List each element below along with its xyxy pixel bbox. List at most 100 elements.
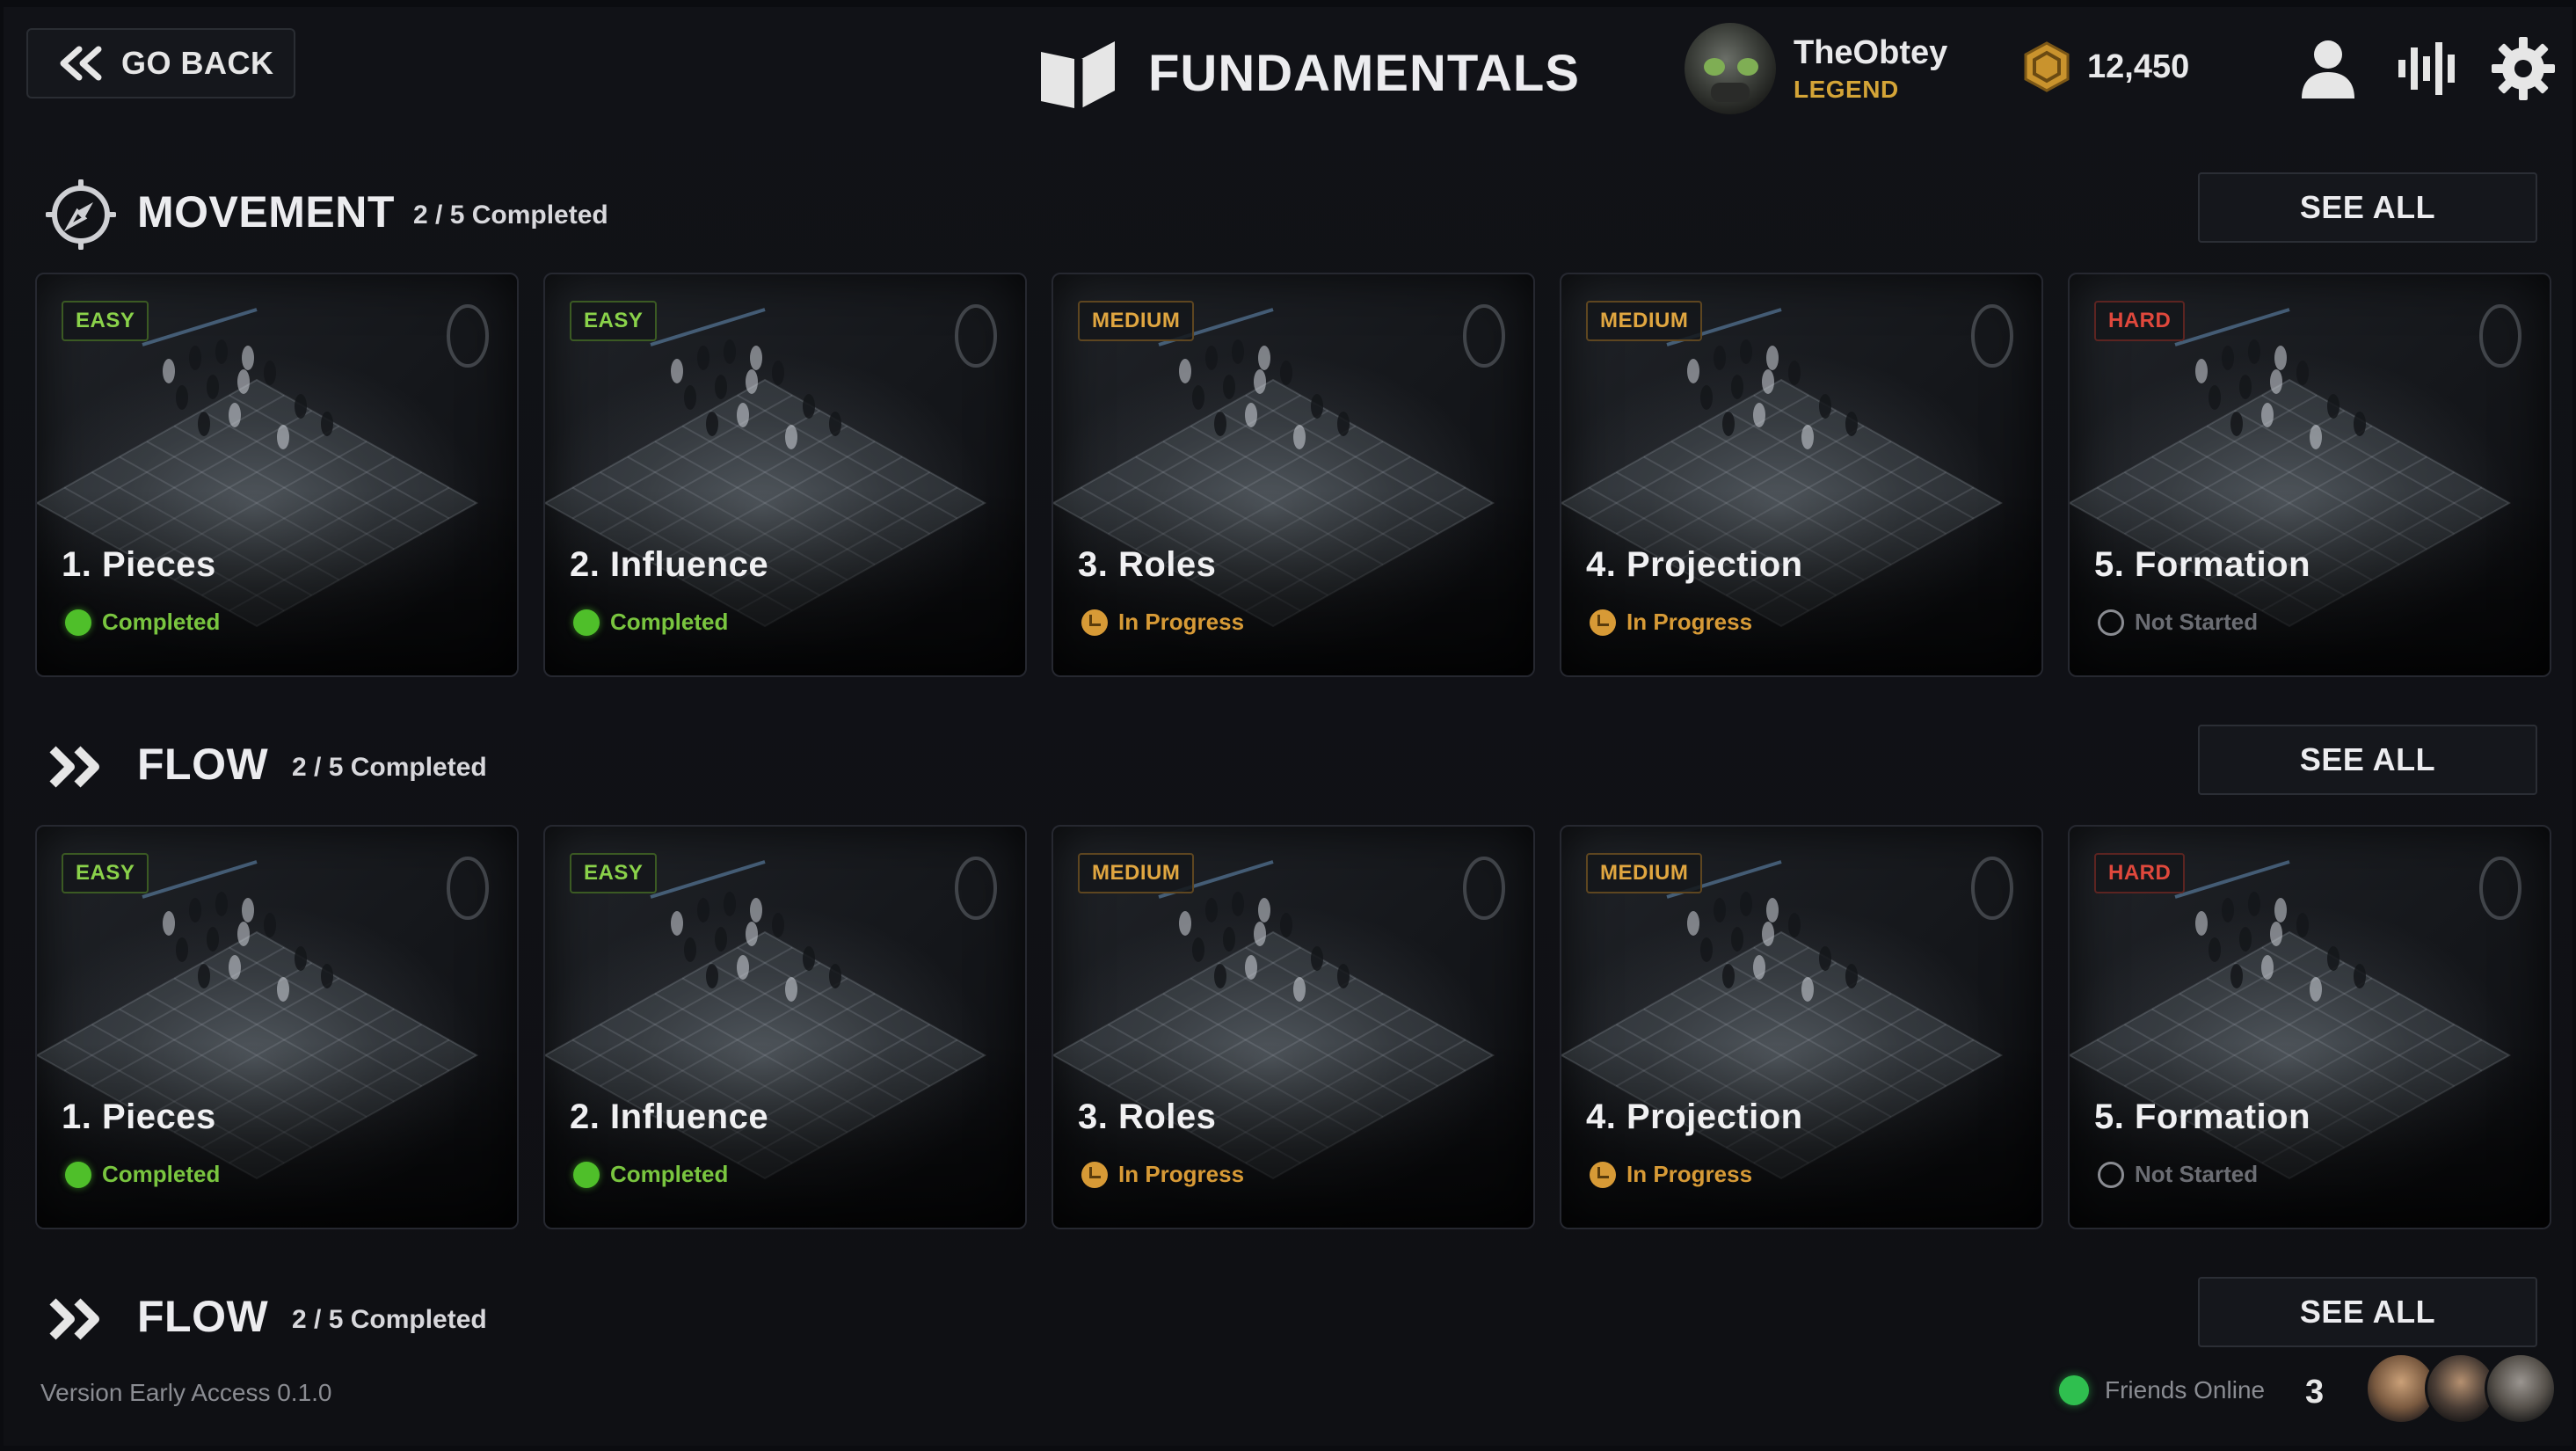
friends-online[interactable]: Friends Online bbox=[2059, 1375, 2265, 1405]
lesson-card[interactable]: MEDIUM 3. Roles In Progress bbox=[1052, 825, 1535, 1229]
online-status-icon bbox=[2059, 1375, 2089, 1405]
double-chevron-left-icon bbox=[60, 46, 102, 81]
lesson-title: 2. Influence bbox=[570, 545, 769, 584]
lesson-title: 4. Projection bbox=[1586, 545, 1803, 584]
see-all-button[interactable]: SEE ALL bbox=[2198, 1277, 2537, 1347]
status-label: Not Started bbox=[2135, 1161, 2259, 1187]
status-label: Completed bbox=[610, 609, 729, 635]
double-chevron-icon bbox=[46, 1284, 116, 1354]
status-label: Completed bbox=[610, 1161, 729, 1187]
lesson-card[interactable]: EASY 1. Pieces Completed bbox=[35, 273, 519, 677]
difficulty-badge: EASY bbox=[62, 301, 149, 341]
section-progress: 2 / 5 Completed bbox=[292, 1305, 487, 1334]
lesson-title: 4. Projection bbox=[1586, 1097, 1803, 1136]
page-title: FUNDAMENTALS bbox=[1148, 44, 1580, 102]
difficulty-badge: HARD bbox=[2094, 301, 2186, 341]
lesson-title: 5. Formation bbox=[2094, 545, 2311, 584]
lesson-status: Completed bbox=[573, 1161, 728, 1188]
status-empty-circle-icon bbox=[2098, 1161, 2124, 1188]
app-frame: GO BACK FUNDAMENTALS TheObtey LEGEND 12,… bbox=[4, 7, 2572, 1446]
lesson-card[interactable]: EASY 2. Influence Completed bbox=[543, 273, 1027, 677]
difficulty-badge: MEDIUM bbox=[1586, 301, 1703, 341]
lesson-title: 5. Formation bbox=[2094, 1097, 2311, 1136]
go-back-button[interactable]: GO BACK bbox=[26, 28, 295, 98]
section-title: FLOW bbox=[137, 1292, 269, 1341]
status-completed-icon bbox=[573, 1161, 600, 1188]
section-header-movement: MOVEMENT 2 / 5 Completed SEE ALL bbox=[4, 171, 2572, 251]
status-label: In Progress bbox=[1626, 1161, 1753, 1187]
gear-icon[interactable] bbox=[2488, 33, 2558, 104]
status-label: Completed bbox=[102, 1161, 221, 1187]
lesson-title: 1. Pieces bbox=[62, 1097, 216, 1136]
section-progress: 2 / 5 Completed bbox=[413, 201, 608, 230]
lesson-card[interactable]: MEDIUM 3. Roles In Progress bbox=[1052, 273, 1535, 677]
lesson-title: 3. Roles bbox=[1078, 545, 1217, 584]
lesson-status: Not Started bbox=[2098, 1161, 2258, 1188]
status-empty-circle-icon bbox=[2098, 609, 2124, 636]
lesson-status: Completed bbox=[65, 609, 220, 636]
difficulty-badge: HARD bbox=[2094, 853, 2186, 893]
section-header-flow: FLOW 2 / 5 Completed SEE ALL bbox=[4, 1275, 2572, 1354]
coin-icon bbox=[2024, 41, 2070, 92]
lesson-status: Completed bbox=[573, 609, 728, 636]
currency-amount: 12,450 bbox=[2087, 47, 2190, 85]
player-avatar[interactable] bbox=[1685, 23, 1776, 114]
status-label: In Progress bbox=[1118, 1161, 1245, 1187]
difficulty-badge: MEDIUM bbox=[1078, 301, 1195, 341]
top-bar: GO BACK FUNDAMENTALS TheObtey LEGEND 12,… bbox=[4, 7, 2572, 130]
go-back-label: GO BACK bbox=[121, 45, 274, 81]
difficulty-badge: EASY bbox=[570, 301, 658, 341]
status-label: In Progress bbox=[1118, 609, 1245, 635]
audio-levels-icon[interactable] bbox=[2391, 33, 2462, 104]
see-all-button[interactable]: SEE ALL bbox=[2198, 172, 2537, 243]
version-label: Version Early Access 0.1.0 bbox=[40, 1379, 332, 1406]
double-chevron-icon bbox=[46, 732, 116, 802]
lesson-card[interactable]: EASY 1. Pieces Completed bbox=[35, 825, 519, 1229]
lesson-card[interactable]: MEDIUM 4. Projection In Progress bbox=[1560, 273, 2043, 677]
lesson-cards-row: EASY 1. Pieces Completed EASY 2. Influen… bbox=[35, 825, 2551, 1229]
difficulty-badge: MEDIUM bbox=[1078, 853, 1195, 893]
section-progress: 2 / 5 Completed bbox=[292, 753, 487, 782]
lesson-status: Not Started bbox=[2098, 609, 2258, 636]
lesson-title: 3. Roles bbox=[1078, 1097, 1217, 1136]
status-label: In Progress bbox=[1626, 609, 1753, 635]
status-label: Not Started bbox=[2135, 609, 2259, 635]
friends-online-label: Friends Online bbox=[2105, 1376, 2266, 1404]
friend-avatars[interactable] bbox=[2365, 1353, 2557, 1425]
player-profile[interactable]: TheObtey LEGEND bbox=[1685, 23, 1947, 114]
page-title-group: FUNDAMENTALS bbox=[1037, 33, 1580, 113]
section-title: MOVEMENT bbox=[137, 187, 395, 237]
lesson-status: In Progress bbox=[1590, 609, 1752, 636]
lesson-cards-row: EASY 1. Pieces Completed EASY 2. Influen… bbox=[35, 273, 2551, 677]
lesson-title: 2. Influence bbox=[570, 1097, 769, 1136]
status-completed-icon bbox=[65, 1161, 91, 1188]
lesson-title: 1. Pieces bbox=[62, 545, 216, 584]
compass-icon bbox=[45, 179, 117, 251]
lesson-card[interactable]: MEDIUM 4. Projection In Progress bbox=[1560, 825, 2043, 1229]
difficulty-badge: EASY bbox=[62, 853, 149, 893]
friend-avatar[interactable] bbox=[2485, 1353, 2557, 1425]
lesson-card[interactable]: HARD 5. Formation Not Started bbox=[2068, 273, 2551, 677]
status-label: Completed bbox=[102, 609, 221, 635]
see-all-button[interactable]: SEE ALL bbox=[2198, 725, 2537, 795]
lesson-status: In Progress bbox=[1590, 1161, 1752, 1188]
status-completed-icon bbox=[573, 609, 600, 636]
status-completed-icon bbox=[65, 609, 91, 636]
footer-bar: Version Early Access 0.1.0 Friends Onlin… bbox=[4, 1353, 2572, 1446]
friends-online-count: 3 bbox=[2305, 1374, 2325, 1411]
section-title: FLOW bbox=[137, 740, 269, 789]
section-header-flow: FLOW 2 / 5 Completed SEE ALL bbox=[4, 723, 2572, 802]
currency-display: 12,450 bbox=[2022, 40, 2189, 93]
difficulty-badge: EASY bbox=[570, 853, 658, 893]
lesson-status: Completed bbox=[65, 1161, 220, 1188]
lesson-status: In Progress bbox=[1081, 1161, 1244, 1188]
clock-icon bbox=[1590, 609, 1616, 636]
lesson-status: In Progress bbox=[1081, 609, 1244, 636]
lesson-card[interactable]: EASY 2. Influence Completed bbox=[543, 825, 1027, 1229]
book-icon bbox=[1041, 41, 1115, 108]
clock-icon bbox=[1081, 609, 1108, 636]
player-name: TheObtey bbox=[1794, 33, 1948, 71]
profile-icon[interactable] bbox=[2293, 33, 2363, 104]
lesson-card[interactable]: HARD 5. Formation Not Started bbox=[2068, 825, 2551, 1229]
player-rank: LEGEND bbox=[1794, 75, 1899, 103]
